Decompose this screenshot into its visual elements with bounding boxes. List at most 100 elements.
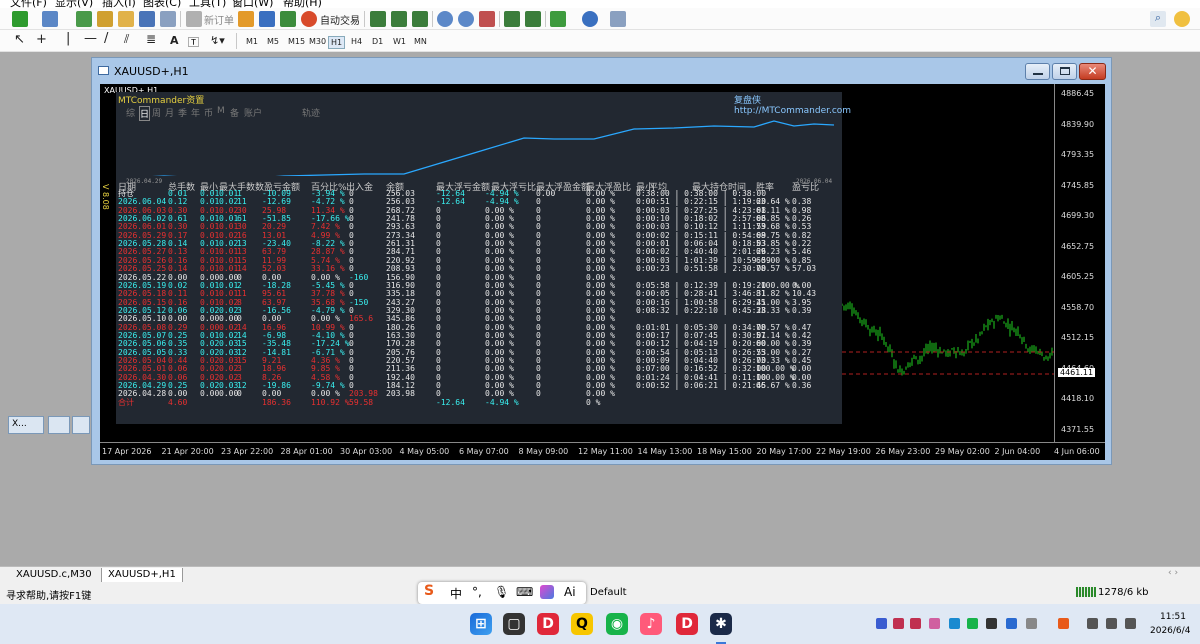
globe-icon[interactable] <box>280 11 296 27</box>
chart-shift-icon[interactable] <box>525 11 541 27</box>
skin-icon[interactable] <box>540 585 554 599</box>
terminal-icon[interactable] <box>139 11 155 27</box>
line-chart-icon[interactable] <box>412 11 428 27</box>
chart-window-titlebar[interactable]: XAUUSD+,H1 ✕ <box>92 58 1111 84</box>
text-tool-icon[interactable]: A <box>170 34 179 47</box>
menu-item-0[interactable]: 文件(F) <box>10 0 47 8</box>
menu-item-2[interactable]: 插入(I) <box>102 0 136 8</box>
autoscroll-icon[interactable] <box>504 11 520 27</box>
restore-icon[interactable] <box>48 416 70 434</box>
music-icon[interactable]: ♪ <box>640 613 662 635</box>
people-icon[interactable] <box>259 11 275 27</box>
zoom-in-icon[interactable] <box>437 11 453 27</box>
metaeditor-icon[interactable] <box>238 11 254 27</box>
clock-date[interactable]: 2026/6/4 <box>1150 626 1190 636</box>
minimized-window[interactable]: X... <box>8 416 44 434</box>
tray-icon-2[interactable] <box>893 618 904 629</box>
bar-chart-icon[interactable] <box>370 11 386 27</box>
tray-icon-9[interactable] <box>1026 618 1037 629</box>
templates-icon[interactable] <box>610 11 626 27</box>
tray-icon-1[interactable] <box>876 618 887 629</box>
timeframe-m5[interactable]: M5 <box>265 36 281 47</box>
periods-icon[interactable] <box>582 11 598 27</box>
timeframe-m1[interactable]: M1 <box>244 36 260 47</box>
tray-icon-4[interactable] <box>929 618 940 629</box>
wechat-icon[interactable]: ◉ <box>606 613 628 635</box>
tray-icon-7[interactable] <box>986 618 997 629</box>
zoom-out-icon[interactable] <box>458 11 474 27</box>
tester-icon[interactable] <box>160 11 176 27</box>
auto-trading-button[interactable]: 自动交易 <box>320 12 360 27</box>
tile-windows-icon[interactable] <box>479 11 495 27</box>
app-red-icon[interactable]: D <box>537 613 559 635</box>
tray-sogou-icon[interactable] <box>1058 618 1069 629</box>
menu-item-6[interactable]: 帮助(H) <box>283 0 322 8</box>
ime-ai[interactable]: Ai <box>564 585 576 599</box>
new-order-button[interactable]: 新订单 <box>204 12 234 27</box>
ime-punctuation[interactable]: °, <box>472 585 482 599</box>
volume-icon[interactable] <box>1106 618 1117 629</box>
tab-xauusd-h1[interactable]: XAUUSD+,H1 <box>101 568 183 583</box>
timeframe-m30[interactable]: M30 <box>307 36 328 47</box>
crosshair-icon[interactable]: + <box>36 32 47 47</box>
minimize-button[interactable] <box>1025 63 1050 80</box>
ime-chinese-mode[interactable]: 中 <box>450 585 462 602</box>
chart-window[interactable]: XAUUSD+,H1 ✕ XAUUSD+,H1 4886.45 4839.90 47… <box>91 57 1112 465</box>
fibonacci-icon[interactable]: ≣ <box>146 32 156 46</box>
timeframe-mn[interactable]: MN <box>412 36 429 47</box>
timeframe-h4[interactable]: H4 <box>349 36 364 47</box>
restore-icon-2[interactable] <box>72 416 90 434</box>
app-red-icon-2[interactable]: D <box>676 613 698 635</box>
menubar: 文件(F) 显示(V) 插入(I) 图表(C) 工具(T) 窗口(W) 帮助(H) <box>0 0 1200 8</box>
timeframe-d1[interactable]: D1 <box>370 36 385 47</box>
trendline-icon[interactable]: / <box>104 31 108 46</box>
price-chart[interactable]: XAUUSD+,H1 4886.45 4839.90 4793.35 4745.85 4… <box>100 84 1105 460</box>
market-watch-icon[interactable] <box>76 11 92 27</box>
microphone-icon[interactable]: 🎙 <box>494 585 509 599</box>
new-order-icon[interactable] <box>186 11 202 27</box>
battery-icon[interactable] <box>1125 618 1136 629</box>
timeframe-w1[interactable]: W1 <box>391 36 408 47</box>
mtcommander-panel[interactable]: MTCommander资置 复盘侠 http://MTCommander.com… <box>116 92 851 424</box>
auto-trading-icon[interactable] <box>301 11 317 27</box>
bluetooth-icon[interactable] <box>1006 618 1017 629</box>
metatrader-icon[interactable]: ✱ <box>710 613 732 635</box>
keyboard-icon[interactable]: ⌨ <box>516 585 533 599</box>
candlestick-icon[interactable] <box>391 11 407 27</box>
indicators-icon[interactable] <box>550 11 566 27</box>
menu-item-4[interactable]: 工具(T) <box>189 0 226 8</box>
network-icon[interactable] <box>1087 618 1098 629</box>
tray-icon-5[interactable] <box>949 618 960 629</box>
cell-wr: 81.82 % <box>756 289 790 299</box>
cursor-icon[interactable]: ↖ <box>14 32 25 47</box>
new-chart-icon[interactable] <box>12 11 28 27</box>
tab-xauusd-c-m30[interactable]: XAUUSD.c,M30 <box>10 568 98 583</box>
start-icon[interactable]: ⊞ <box>470 613 492 635</box>
navigator-icon[interactable] <box>118 11 134 27</box>
timeframe-h1[interactable]: H1 <box>328 36 346 49</box>
task-view-icon[interactable]: ▢ <box>503 613 525 635</box>
notifications-icon[interactable] <box>1174 11 1190 27</box>
cell-bal: 203.98 <box>386 389 415 399</box>
vertical-line-icon[interactable]: | <box>66 31 70 46</box>
channel-icon[interactable]: ⫽ <box>124 32 129 47</box>
tray-icon-3[interactable] <box>910 618 921 629</box>
menu-item-5[interactable]: 窗口(W) <box>232 0 273 8</box>
arrows-icon[interactable]: ↯▾ <box>210 34 225 47</box>
tray-wechat-icon[interactable] <box>967 618 978 629</box>
profiles-icon[interactable] <box>42 11 58 27</box>
timeframe-m15[interactable]: M15 <box>286 36 307 47</box>
menu-item-1[interactable]: 显示(V) <box>55 0 93 8</box>
text-label-icon[interactable]: 🅃 <box>188 34 199 50</box>
tab-scroll-arrows[interactable]: ‹ › <box>1168 568 1178 578</box>
qq-icon[interactable]: Q <box>571 613 593 635</box>
ime-toolbar[interactable]: S 中 °, 🎙 ⌨ Ai <box>418 582 586 604</box>
close-button[interactable]: ✕ <box>1079 63 1106 80</box>
clock-time[interactable]: 11:51 <box>1160 612 1186 622</box>
horizontal-line-icon[interactable]: — <box>84 31 97 46</box>
menu-item-3[interactable]: 图表(C) <box>143 0 181 8</box>
search-icon[interactable]: ⌕ <box>1150 11 1166 27</box>
sogou-icon[interactable]: S <box>424 583 434 599</box>
maximize-button[interactable] <box>1052 63 1077 80</box>
data-window-icon[interactable] <box>97 11 113 27</box>
